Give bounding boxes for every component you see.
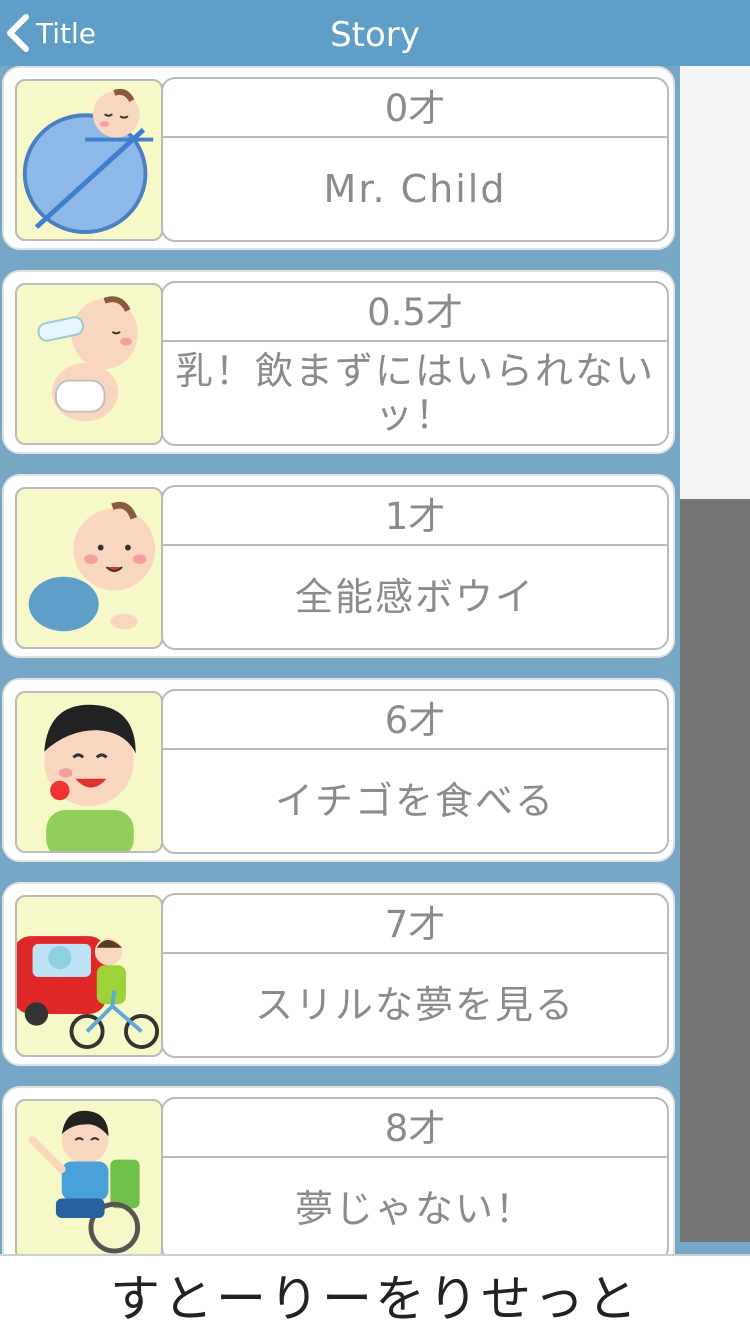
story-description: イチゴを食べる xyxy=(274,779,555,823)
story-age: 0.5才 xyxy=(163,283,667,342)
story-age: 6才 xyxy=(163,691,667,750)
story-card[interactable]: 7才 スリルな夢を見る xyxy=(2,882,675,1066)
story-list[interactable]: 0才 Mr. Child 0.5才 乳！飲まずにはいられないッ！ 1才 全能感ボ… xyxy=(0,66,680,1254)
side-panel-bottom xyxy=(680,499,750,1242)
story-age: 8才 xyxy=(163,1099,667,1158)
story-card[interactable]: 1才 全能感ボウイ xyxy=(2,474,675,658)
story-info: 8才 夢じゃない！ xyxy=(161,1097,669,1254)
chevron-left-icon xyxy=(7,14,29,52)
reset-story-button[interactable]: すとーりーをりせっと xyxy=(0,1256,750,1334)
story-card[interactable]: 0.5才 乳！飲まずにはいられないッ！ xyxy=(2,270,675,454)
story-description: 全能感ボウイ xyxy=(294,575,535,619)
story-info: 1才 全能感ボウイ xyxy=(161,485,669,650)
story-info: 6才 イチゴを食べる xyxy=(161,689,669,854)
story-description: 夢じゃない！ xyxy=(294,1187,535,1231)
side-panel-top xyxy=(680,66,750,499)
page-title: Story xyxy=(330,15,420,55)
sleeping-baby-image xyxy=(15,79,163,241)
story-age: 7才 xyxy=(163,895,667,954)
story-description: スリルな夢を見る xyxy=(254,983,575,1027)
story-description: 乳！飲まずにはいられないッ！ xyxy=(174,349,655,437)
baby-bottle-image xyxy=(15,283,163,445)
story-info: 7才 スリルな夢を見る xyxy=(161,893,669,1058)
story-age: 0才 xyxy=(163,79,667,138)
story-card[interactable]: 6才 イチゴを食べる xyxy=(2,678,675,862)
footer-bar: すとーりーをりせっと xyxy=(0,1254,750,1334)
story-info: 0.5才 乳！飲まずにはいられないッ！ xyxy=(161,281,669,446)
story-description: Mr. Child xyxy=(323,167,507,211)
wheelchair-boy-image xyxy=(15,1099,163,1254)
story-info: 0才 Mr. Child xyxy=(161,77,669,242)
story-card[interactable]: 8才 夢じゃない！ xyxy=(2,1086,675,1254)
story-card[interactable]: 0才 Mr. Child xyxy=(2,66,675,250)
navigation-bar: Title Story xyxy=(0,0,750,66)
story-age: 1才 xyxy=(163,487,667,546)
boy-strawberry-image xyxy=(15,691,163,853)
crawling-baby-image xyxy=(15,487,163,649)
bike-car-image xyxy=(15,895,163,1057)
back-button[interactable]: Title xyxy=(0,0,110,66)
back-label: Title xyxy=(36,16,97,50)
